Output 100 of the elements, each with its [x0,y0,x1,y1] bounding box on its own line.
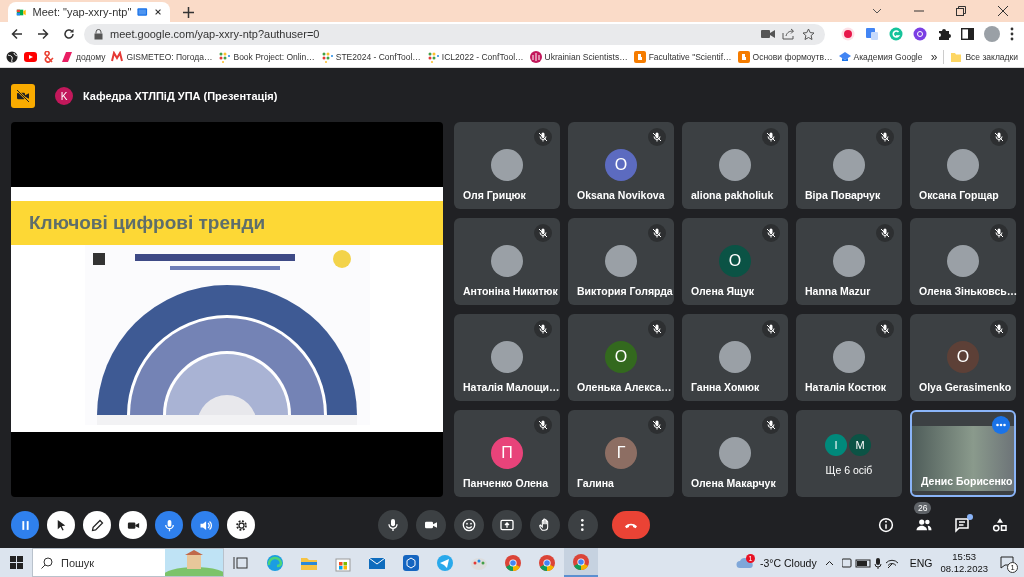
participant-name: Антоніна Никитюк [462,285,559,299]
camera-off-button[interactable] [11,84,35,108]
participant-tile[interactable]: Нanna Mazur [796,218,902,305]
participant-name: Оленька Алекса… [576,381,673,395]
camera-off-icon [15,88,31,104]
avatar-photo-placeholder [491,149,523,181]
participant-tile[interactable]: О Олена Ящук [682,218,788,305]
participant-tile[interactable]: Оля Грицюк [454,122,560,209]
close-icon [998,6,1008,16]
bookmark-item[interactable]: STE2024 - ConfTool… [320,50,421,63]
avatar: M [849,434,871,456]
speaker-button[interactable] [191,511,219,539]
participant-tile[interactable]: Олена Макарчук [682,410,788,497]
close-icon [153,7,162,17]
restore-icon [956,6,966,16]
hangup-button[interactable] [611,511,650,539]
participant-tile[interactable]: П Панченко Олена [454,410,560,497]
language-indicator[interactable]: ENG [909,556,933,569]
hand-button[interactable] [529,510,560,540]
taskbar-app[interactable] [564,548,598,577]
participant-tile[interactable]: Ганна Хомюк [682,314,788,401]
more-button[interactable] [567,510,598,540]
avatar-photo-placeholder [719,341,751,373]
avatar-photo-placeholder [719,437,751,469]
lock-icon [94,28,103,40]
windows-logo-icon [9,556,23,569]
participant-tile[interactable]: Оксана Горщар [910,122,1016,209]
participant-name: Виктория Голярда [576,285,674,299]
chat-icon [953,516,971,534]
avatar-photo-placeholder [947,245,979,277]
participant-tile[interactable]: O Oksana Novikova [568,122,674,209]
menu-icon [1010,27,1014,41]
participant-tile[interactable]: Антоніна Никитюк [454,218,560,305]
participant-tile[interactable]: O Olya Gerasimenko [910,314,1016,401]
participant-name: Olya Gerasimenko [918,381,1013,395]
participant-name: Oksana Novikova [576,189,666,203]
present-button[interactable] [491,510,522,540]
play-button-icon [24,51,37,62]
ampersand-logo-icon [43,50,55,63]
camera-icon [761,29,775,39]
weather-text: -3°C Cloudy [759,556,817,569]
profile-avatar[interactable] [984,26,1000,42]
participant-name: Олена Ящук [690,285,755,299]
participant-tile[interactable]: aliona pakholiuk [682,122,788,209]
dots-icon [426,50,439,63]
screen-share-icon [137,7,148,17]
puzzle-icon [937,27,951,41]
options-button[interactable] [992,416,1010,434]
bookmark-item[interactable]: Ukrainian Scientists… [529,50,628,63]
avatar-photo-placeholder [833,341,865,373]
bookmark-logo-icon [111,50,124,63]
participant-tile[interactable]: Виктория Голярда [568,218,674,305]
participant-tile[interactable]: Г Галина [568,410,674,497]
bookmark-item[interactable]: Основи формоутв… [737,50,833,63]
avatar-photo-placeholder [491,341,523,373]
bookmark-item[interactable]: Book Project: Onlin… [218,50,315,63]
cube-icon [402,553,420,572]
participant-tile[interactable]: Денис Борисенко [910,410,1016,497]
participant-tile[interactable]: О Оленька Алекса… [568,314,674,401]
side-panel-icon [961,28,974,40]
more-bookmarks-button[interactable]: » [930,49,938,64]
bookmark-item[interactable]: GISMETEO: Погода… [111,50,213,63]
bookmark-item[interactable]: Facultative "Scientif… [633,50,732,63]
browser-tab[interactable]: Meet: "yap-xxry-ntp" [8,2,170,22]
pause-button[interactable] [11,511,39,539]
participant-name: Олена Зіньковсь… [918,285,1016,299]
dots-icon [218,50,231,63]
bookmark-item[interactable]: ICL2022 - ConfTool… [426,50,524,63]
folder-icon [950,50,963,63]
participant-name: Олена Макарчук [690,477,777,491]
participant-tile[interactable]: Олена Зіньковсь… [910,218,1016,305]
avatar: O [605,149,637,181]
participant-tile[interactable]: Наталія Малощи… [454,314,560,401]
participant-name: aliona pakholiuk [690,189,775,203]
cursor-button[interactable] [47,511,75,539]
more-icon [581,519,584,531]
clock[interactable]: 15:53 08.12.2023 [940,550,988,575]
grammar-extension-icon [889,27,903,41]
settings-button[interactable] [227,511,255,539]
participant-name: Нanna Mazur [804,285,872,299]
bookmark-item[interactable]: додому [61,50,106,63]
participant-tile[interactable]: I M Ще 6 осіб [796,410,902,497]
search-field[interactable]: Пошук [59,555,159,570]
mic-button[interactable] [155,511,183,539]
address-bar[interactable]: meet.google.com/yap-xxry-ntp?authuser=0 [84,23,825,45]
slide-title: Ключові цифрові тренди [11,201,443,245]
participant-name: Галина [576,477,615,491]
share-icon [782,28,795,40]
pen-button[interactable] [83,511,111,539]
emoji-button[interactable] [453,510,484,540]
chrome-icon [504,553,522,572]
bookmarks-folder[interactable]: Все закладки [950,50,1018,63]
participant-tile[interactable]: Наталія Костюк [796,314,902,401]
participant-tile[interactable]: Віра Поварчук [796,122,902,209]
camera-button[interactable] [415,510,446,540]
search-bar[interactable]: Пошук [32,548,224,577]
bookmark-item[interactable]: Академия Google [838,50,923,63]
castle-drawing [165,549,223,576]
mic-button[interactable] [377,510,408,540]
camera-button[interactable] [119,511,147,539]
